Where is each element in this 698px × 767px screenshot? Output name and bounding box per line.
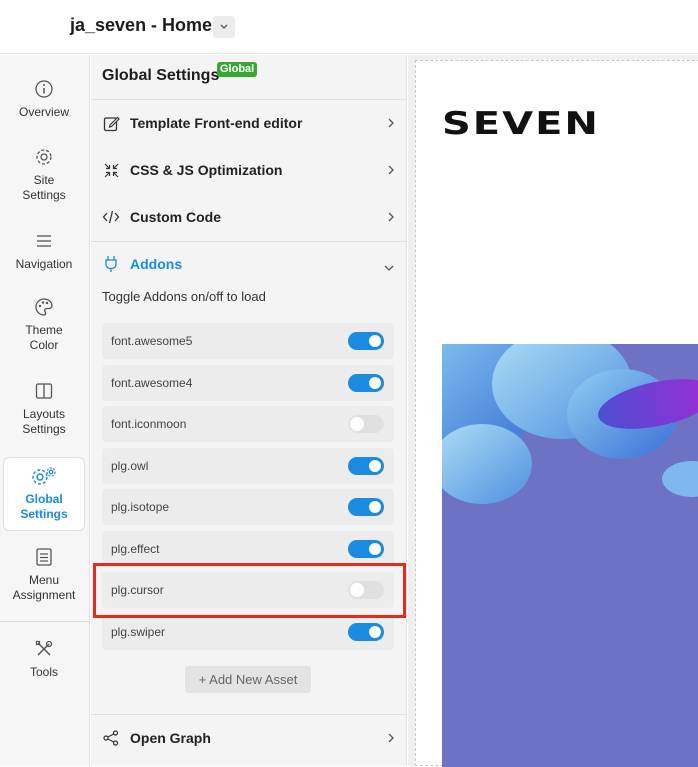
addon-row: plg.owl: [102, 448, 394, 484]
sidebar-item-theme-color[interactable]: Theme Color: [0, 297, 88, 353]
addon-toggle[interactable]: [348, 332, 384, 350]
top-bar: ja_seven - Home: [0, 0, 698, 54]
site-preview: SEVEN: [408, 55, 698, 767]
share-icon: [102, 729, 120, 747]
section-template-frontend-editor[interactable]: Template Front-end editor: [91, 100, 407, 146]
addon-name: plg.effect: [111, 542, 160, 556]
site-dropdown-button[interactable]: [213, 16, 235, 38]
rail-divider: [0, 621, 90, 622]
addon-name: font.awesome5: [111, 334, 193, 348]
addon-name: plg.owl: [111, 459, 149, 473]
addon-toggle[interactable]: [348, 374, 384, 392]
sidebar-item-layouts-settings[interactable]: Layouts Settings: [0, 381, 88, 437]
addon-toggle[interactable]: [348, 498, 384, 516]
section-label: Open Graph: [130, 730, 211, 746]
sidebar-item-label: Navigation: [15, 257, 73, 271]
section-css-js-optimization[interactable]: CSS & JS Optimization: [91, 147, 407, 193]
sidebar-item-label: Tools: [29, 665, 58, 679]
chevron-right-icon: [387, 731, 395, 747]
chevron-right-icon: [387, 116, 395, 132]
addon-row: plg.isotope: [102, 489, 394, 525]
chevron-down-icon: [383, 259, 395, 275]
addon-name: plg.isotope: [111, 500, 170, 514]
addon-row: font.awesome5: [102, 323, 394, 359]
menu-icon: [34, 231, 54, 251]
global-settings-panel: Global Settings Global Template Front-en…: [91, 55, 407, 766]
section-label: Addons: [130, 256, 183, 272]
sidebar-item-label: Overview: [18, 105, 69, 119]
sidebar-item-tools[interactable]: Tools: [0, 639, 88, 680]
compress-icon: [102, 161, 120, 179]
global-badge: Global: [217, 62, 258, 77]
code-icon: [102, 208, 120, 226]
section-addons[interactable]: Addons: [91, 241, 407, 287]
addon-toggle[interactable]: [348, 540, 384, 558]
sidebar-item-label: Layouts Settings: [22, 407, 66, 436]
sidebar-item-navigation[interactable]: Navigation: [0, 231, 88, 272]
panel-title: Global Settings: [102, 67, 220, 84]
site-logo: SEVEN: [442, 106, 600, 142]
hero-image: [442, 344, 698, 767]
addon-name: font.iconmoon: [111, 417, 187, 431]
addon-name: font.awesome4: [111, 376, 193, 390]
addon-toggle[interactable]: [348, 457, 384, 475]
chevron-down-icon: [219, 18, 229, 36]
addon-row: font.awesome4: [102, 365, 394, 401]
chevron-right-icon: [387, 210, 395, 226]
addon-row: plg.swiper: [102, 614, 394, 650]
sidebar-item-site-settings[interactable]: Site Settings: [0, 147, 88, 203]
sidebar-item-label: Global Settings: [20, 492, 68, 521]
addon-toggle[interactable]: [348, 415, 384, 433]
addon-row: plg.effect: [102, 531, 394, 567]
section-label: CSS & JS Optimization: [130, 162, 283, 178]
chevron-right-icon: [387, 163, 395, 179]
plug-icon: [102, 255, 120, 273]
tools-icon: [34, 639, 54, 659]
layout-icon: [34, 381, 54, 401]
section-open-graph[interactable]: Open Graph: [91, 715, 407, 761]
sidebar-item-overview[interactable]: Overview: [0, 79, 88, 120]
list-icon: [34, 547, 54, 567]
sidebar-rail: Overview Site Settings Navigation Theme …: [0, 55, 90, 766]
palette-icon: [34, 297, 54, 317]
sidebar-item-label: Theme Color: [25, 323, 63, 352]
addon-name: plg.swiper: [111, 625, 166, 639]
section-label: Template Front-end editor: [130, 115, 303, 131]
sidebar-item-menu-assignment[interactable]: Menu Assignment: [0, 547, 88, 603]
section-custom-code[interactable]: Custom Code: [91, 194, 407, 240]
gear-icon: [34, 147, 54, 167]
add-new-asset-button[interactable]: + Add New Asset: [185, 666, 311, 693]
section-label: Custom Code: [130, 209, 221, 225]
site-title: ja_seven - Home: [70, 15, 213, 35]
highlight-box: [93, 563, 406, 618]
info-icon: [34, 79, 54, 99]
preview-frame: SEVEN: [415, 60, 698, 767]
sidebar-item-label: Menu Assignment: [12, 573, 76, 602]
addon-row: font.iconmoon: [102, 406, 394, 442]
addons-hint: Toggle Addons on/off to load: [102, 289, 266, 304]
sidebar-item-label: Site Settings: [22, 173, 66, 202]
gears-icon: [31, 466, 57, 486]
sidebar-item-global-settings[interactable]: Global Settings: [3, 457, 85, 531]
addon-toggle[interactable]: [348, 623, 384, 641]
edit-icon: [102, 114, 120, 132]
